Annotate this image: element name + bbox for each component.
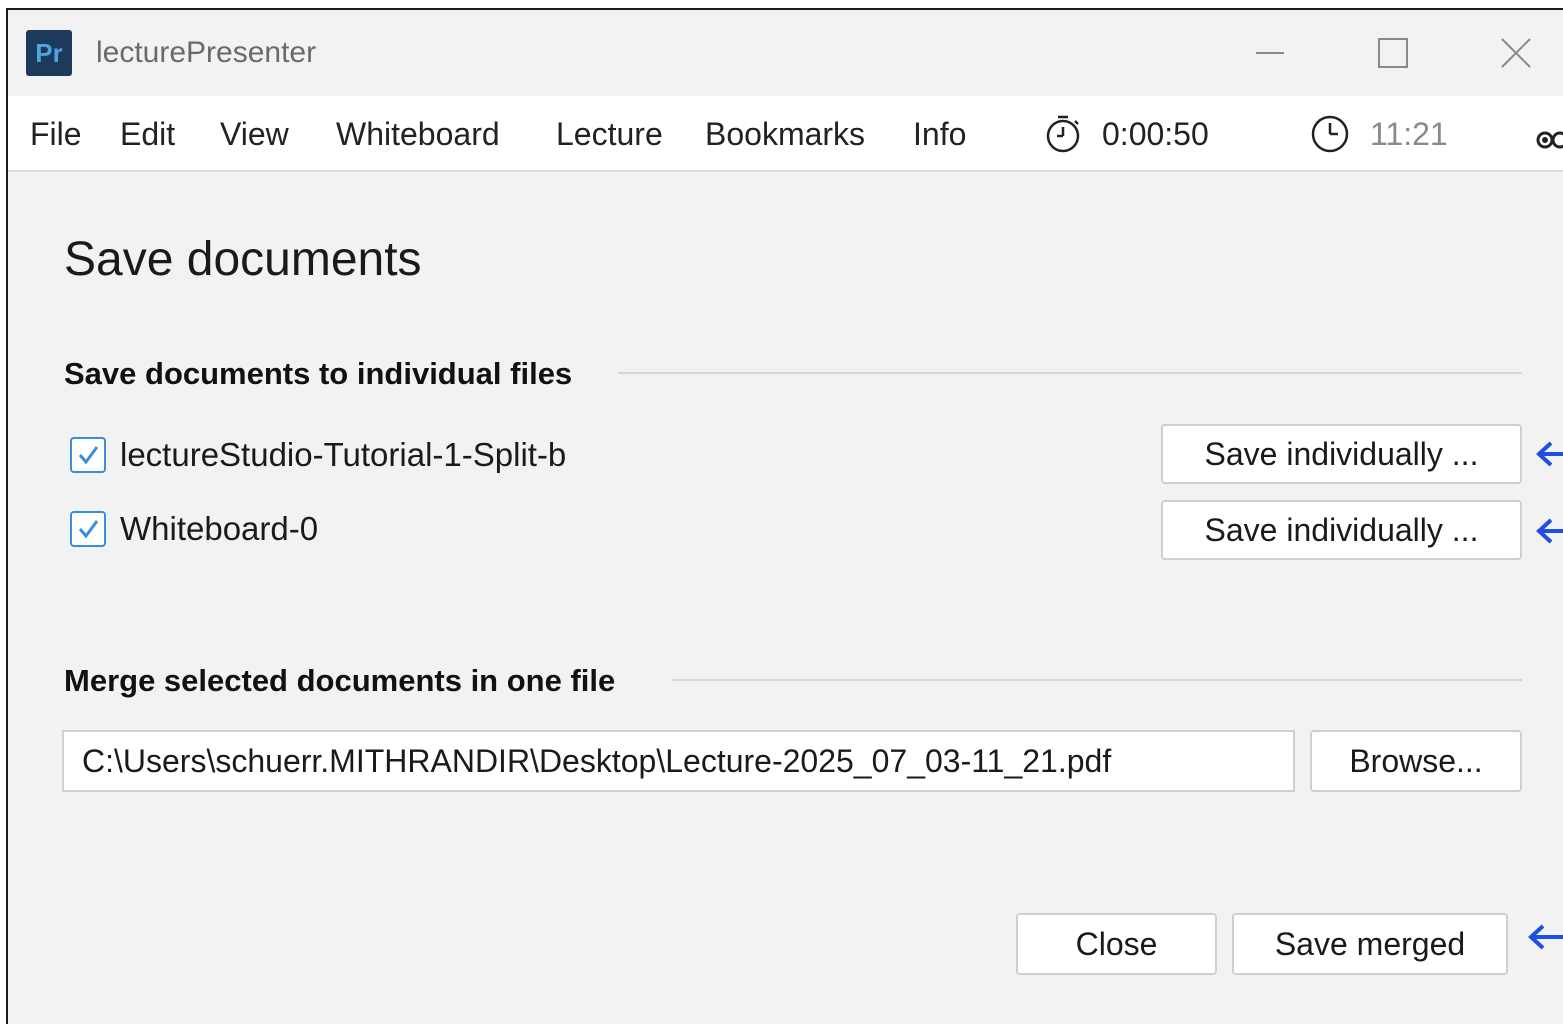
- menu-view[interactable]: View: [220, 116, 289, 153]
- browse-button[interactable]: Browse...: [1310, 730, 1522, 792]
- minimize-icon[interactable]: [1240, 30, 1300, 76]
- menu-info[interactable]: Info: [913, 116, 966, 153]
- app-window: Pr lecturePresenter File Edit View White…: [6, 8, 1563, 1024]
- arrow-left-icon: [1536, 518, 1563, 544]
- window-title: lecturePresenter: [96, 36, 317, 69]
- menu-bar: File Edit View Whiteboard Lecture Bookma…: [8, 96, 1563, 172]
- document-name: lectureStudio-Tutorial-1-Split-b: [120, 436, 567, 473]
- menu-whiteboard[interactable]: Whiteboard: [336, 116, 500, 153]
- menu-edit[interactable]: Edit: [120, 116, 175, 153]
- arrow-left-icon: [1536, 441, 1563, 467]
- app-icon: Pr: [26, 30, 72, 76]
- page-title: Save documents: [64, 233, 422, 286]
- section-divider: [672, 679, 1522, 681]
- document-checkbox[interactable]: [70, 437, 106, 473]
- document-name: Whiteboard-0: [120, 510, 319, 547]
- recording-icon[interactable]: [1536, 130, 1563, 150]
- close-button[interactable]: Close: [1016, 913, 1217, 975]
- arrow-left-icon: [1528, 924, 1563, 950]
- checkmark-icon: [78, 446, 99, 465]
- menu-file[interactable]: File: [30, 116, 82, 153]
- stopwatch-icon: [1046, 115, 1080, 153]
- save-individually-button[interactable]: Save individually ...: [1161, 500, 1522, 560]
- document-row[interactable]: Whiteboard-0: [70, 510, 318, 548]
- title-bar: Pr lecturePresenter: [8, 10, 1563, 96]
- document-row[interactable]: lectureStudio-Tutorial-1-Split-b: [70, 436, 566, 474]
- clock-time: 11:21: [1370, 115, 1448, 152]
- document-checkbox[interactable]: [70, 511, 106, 547]
- individual-section-title: Save documents to individual files: [64, 356, 573, 391]
- maximize-icon[interactable]: [1363, 30, 1423, 76]
- merge-path-input[interactable]: C:\Users\schuerr.MITHRANDIR\Desktop\Lect…: [62, 730, 1295, 792]
- section-divider: [618, 372, 1522, 374]
- stopwatch-status[interactable]: 0:00:50: [1044, 114, 1209, 154]
- save-merged-button[interactable]: Save merged: [1232, 913, 1508, 975]
- close-icon[interactable]: [1486, 30, 1546, 76]
- menu-lecture[interactable]: Lecture: [556, 116, 663, 153]
- save-individually-button[interactable]: Save individually ...: [1161, 424, 1522, 484]
- checkmark-icon: [78, 520, 99, 539]
- menu-bookmarks[interactable]: Bookmarks: [705, 116, 865, 153]
- clock-status: 11:21: [1310, 114, 1448, 154]
- clock-icon: [1311, 115, 1349, 153]
- merge-section-title: Merge selected documents in one file: [64, 663, 616, 698]
- stopwatch-time: 0:00:50: [1102, 115, 1209, 152]
